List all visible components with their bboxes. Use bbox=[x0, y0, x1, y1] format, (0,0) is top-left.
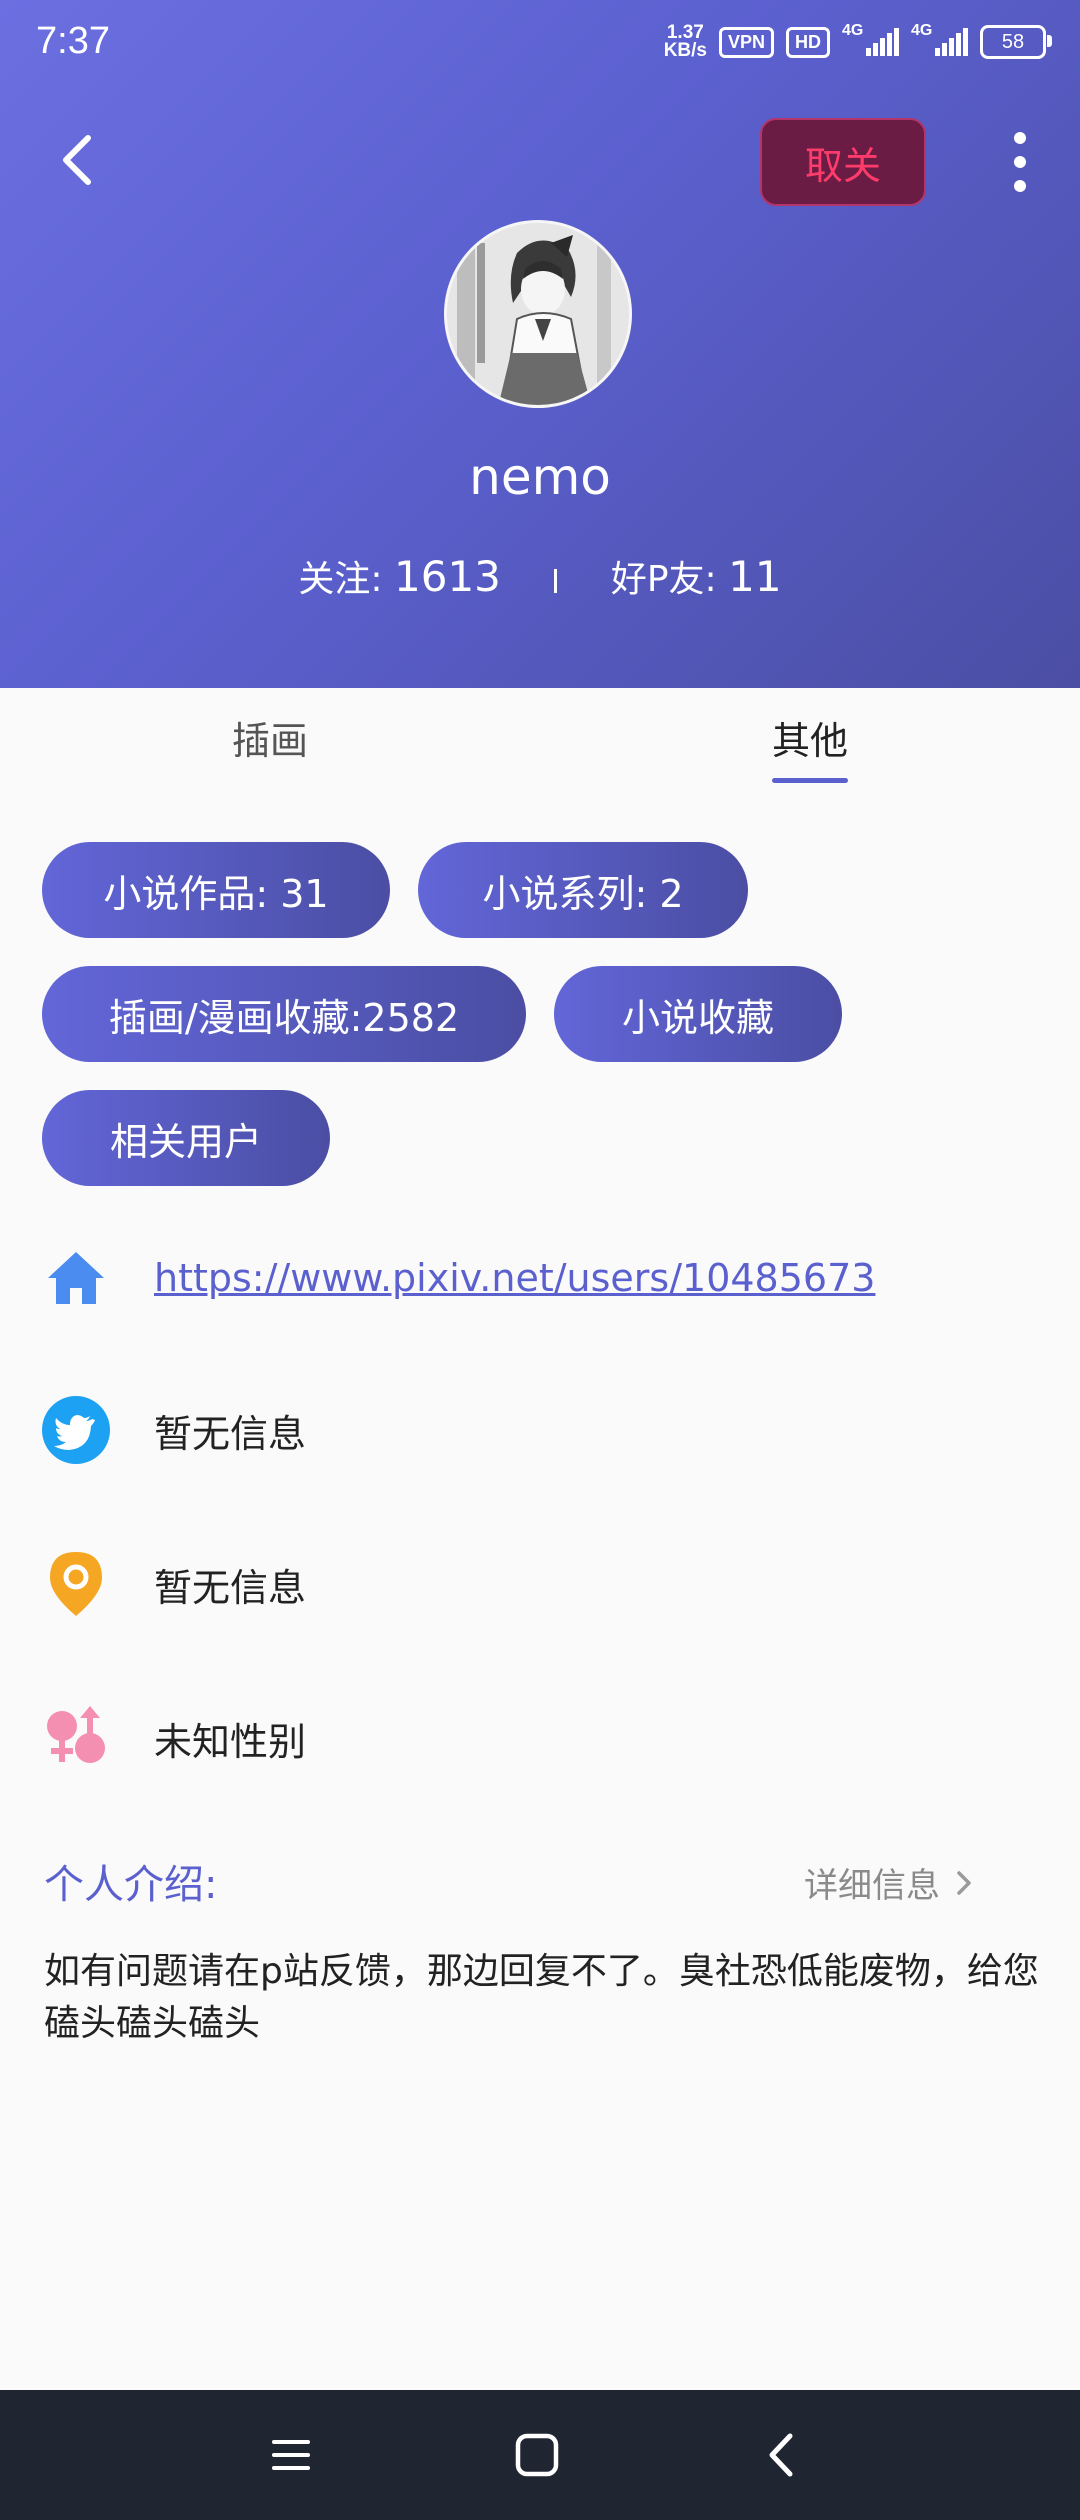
homepage-link[interactable]: https://www.pixiv.net/users/10485673 bbox=[154, 1256, 875, 1300]
system-nav-bar bbox=[0, 2390, 1080, 2520]
chip-illust-bookmarks[interactable]: 插画/漫画收藏:2582 bbox=[42, 966, 526, 1062]
status-icons: 1.37 KB/s VPN HD 4G 4G 58 bbox=[663, 22, 1052, 61]
unfollow-button[interactable]: 取关 bbox=[760, 118, 926, 206]
hd-icon: HD bbox=[786, 26, 830, 58]
signal-icon: 4G bbox=[911, 22, 968, 56]
network-type: 4G bbox=[911, 22, 933, 39]
status-time: 7:37 bbox=[36, 20, 110, 62]
homepage-row: https://www.pixiv.net/users/10485673 bbox=[42, 1238, 1042, 1318]
tab-illustrations[interactable]: 插画 bbox=[232, 710, 308, 765]
chip-novel-bookmarks[interactable]: 小说收藏 bbox=[554, 966, 842, 1062]
location-value: 暂无信息 bbox=[154, 1565, 307, 1610]
more-vertical-icon[interactable] bbox=[1000, 132, 1040, 192]
tab-other[interactable]: 其他 bbox=[772, 710, 848, 765]
vpn-icon: VPN bbox=[718, 26, 774, 58]
home-icon bbox=[42, 1244, 110, 1312]
nav-back-icon[interactable] bbox=[756, 2430, 806, 2480]
profile-header: 7:37 1.37 KB/s VPN HD 4G 4G 58 取关 nemo 关… bbox=[0, 0, 1080, 688]
location-pin-icon bbox=[42, 1550, 110, 1618]
detail-info-label: 详细信息 bbox=[804, 1866, 940, 1906]
following-label: 关注: bbox=[298, 559, 383, 600]
tab-indicator bbox=[772, 778, 848, 783]
net-speed: 1.37 KB/s bbox=[663, 23, 707, 61]
profile-tabs: 插画 其他 bbox=[0, 688, 1080, 790]
friends-label: 好P友: bbox=[610, 559, 717, 600]
avatar[interactable] bbox=[444, 220, 632, 408]
gender-value: 未知性别 bbox=[154, 1719, 307, 1764]
twitter-row: 暂无信息 bbox=[42, 1390, 1042, 1470]
gender-row: 未知性别 bbox=[42, 1698, 1042, 1778]
status-bar: 7:37 1.37 KB/s VPN HD 4G 4G 58 bbox=[0, 0, 1080, 90]
intro-title: 个人介绍: bbox=[44, 1862, 218, 1908]
avatar-image bbox=[447, 223, 629, 405]
location-row: 暂无信息 bbox=[42, 1544, 1042, 1624]
chip-novel-series[interactable]: 小说系列: 2 bbox=[418, 842, 748, 938]
chip-related-users[interactable]: 相关用户 bbox=[42, 1090, 330, 1186]
square-home-icon[interactable] bbox=[512, 2430, 562, 2480]
twitter-value: 暂无信息 bbox=[154, 1411, 307, 1456]
following-count[interactable]: 1613 bbox=[394, 552, 501, 601]
signal-icon: 4G bbox=[842, 22, 899, 56]
network-type: 4G bbox=[842, 22, 864, 39]
back-button[interactable] bbox=[50, 130, 110, 190]
menu-icon[interactable] bbox=[266, 2430, 316, 2480]
back-arrow-icon bbox=[63, 135, 91, 185]
net-speed-unit: KB/s bbox=[663, 40, 707, 61]
chevron-right-icon bbox=[957, 1870, 971, 1895]
twitter-icon bbox=[42, 1396, 110, 1464]
stats-divider bbox=[554, 569, 558, 593]
user-stats: 关注: 1613 好P友: 11 bbox=[0, 550, 1080, 602]
username: nemo bbox=[469, 448, 611, 506]
battery-icon: 58 bbox=[980, 25, 1052, 59]
intro-text: 如有问题请在p站反馈，那边回复不了。臭社恐低能废物，给您磕头磕头磕头 bbox=[44, 1951, 1039, 2044]
detail-info-link[interactable]: 详细信息 bbox=[804, 1858, 974, 1907]
friends-count[interactable]: 11 bbox=[728, 552, 781, 601]
gender-icon bbox=[42, 1704, 110, 1772]
chip-novel-works[interactable]: 小说作品: 31 bbox=[42, 842, 390, 938]
